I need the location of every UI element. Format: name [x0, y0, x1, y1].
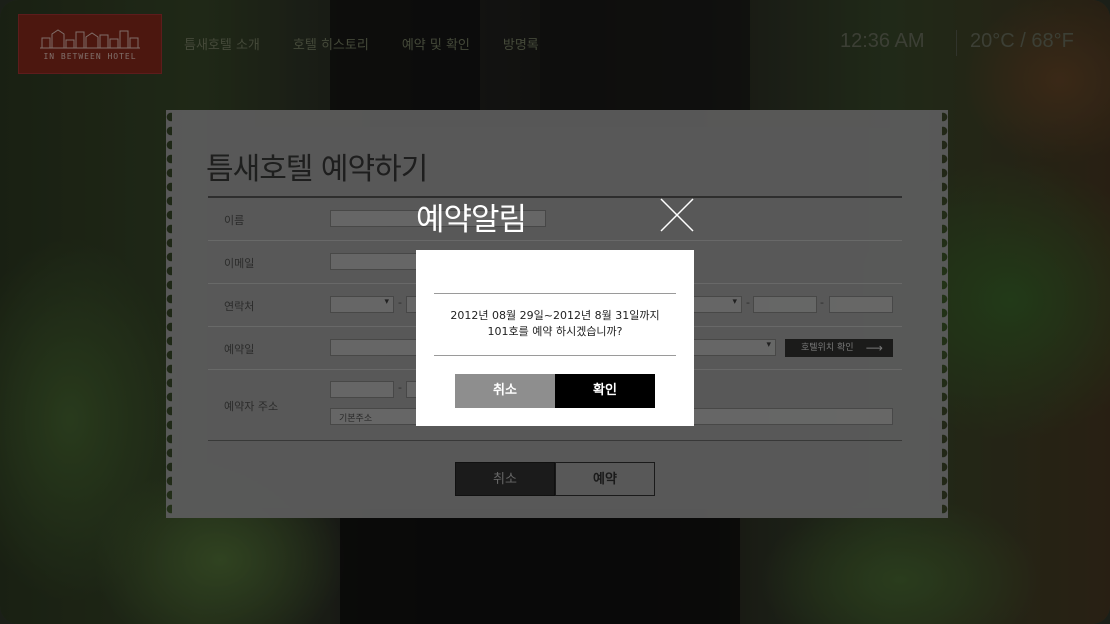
mobile-last-input[interactable] — [829, 296, 893, 313]
phone-dash-3: - — [820, 296, 824, 309]
label-email: 이메일 — [224, 257, 255, 270]
modal-title: 예약알림 — [416, 202, 527, 238]
label-phone: 연락처 — [224, 300, 255, 313]
form-cancel-button[interactable]: 취소 — [455, 462, 555, 496]
page-title: 틈새호텔 예약하기 — [206, 152, 428, 187]
dialog-message-room: 101호를 예약 하시겠습니까? — [487, 325, 623, 338]
date-input[interactable] — [330, 339, 420, 356]
reservation-confirm-dialog: 2012년 08월 29일~2012년 8월 31일까지 101호를 예약 하시… — [416, 250, 694, 426]
mobile-middle-input[interactable] — [753, 296, 817, 313]
screen: IN BETWEEN HOTEL 틈새호텔 소개 호텔 히스토리 예약 및 확인… — [0, 0, 1110, 624]
zipcode-dash: - — [398, 381, 402, 394]
zipcode-input-1[interactable] — [330, 381, 394, 398]
dialog-confirm-button[interactable]: 확인 — [555, 374, 655, 408]
close-icon[interactable] — [659, 197, 695, 233]
label-date: 예약일 — [224, 343, 255, 356]
label-address: 예약자 주소 — [224, 400, 279, 413]
label-name: 이름 — [224, 214, 245, 227]
phone-dash-2: - — [746, 296, 750, 309]
dialog-cancel-button[interactable]: 취소 — [455, 374, 555, 408]
dialog-divider-bottom — [434, 355, 676, 356]
address-placeholder: 기본주소 — [339, 414, 373, 424]
location-button-label: 호텔위치 확인 — [801, 343, 854, 353]
arrow-right-icon: ⟶ — [865, 341, 883, 355]
dialog-divider-top — [434, 293, 676, 294]
phone-prefix-select[interactable] — [330, 296, 394, 313]
form-row-name: 이름 — [208, 198, 902, 241]
dialog-message-dates: 2012년 08월 29일~2012년 8월 31일까지 — [450, 309, 660, 322]
hotel-location-button[interactable]: 호텔위치 확인 ⟶ — [785, 339, 893, 357]
phone-dash-1: - — [398, 296, 402, 309]
form-book-button[interactable]: 예약 — [555, 462, 655, 496]
